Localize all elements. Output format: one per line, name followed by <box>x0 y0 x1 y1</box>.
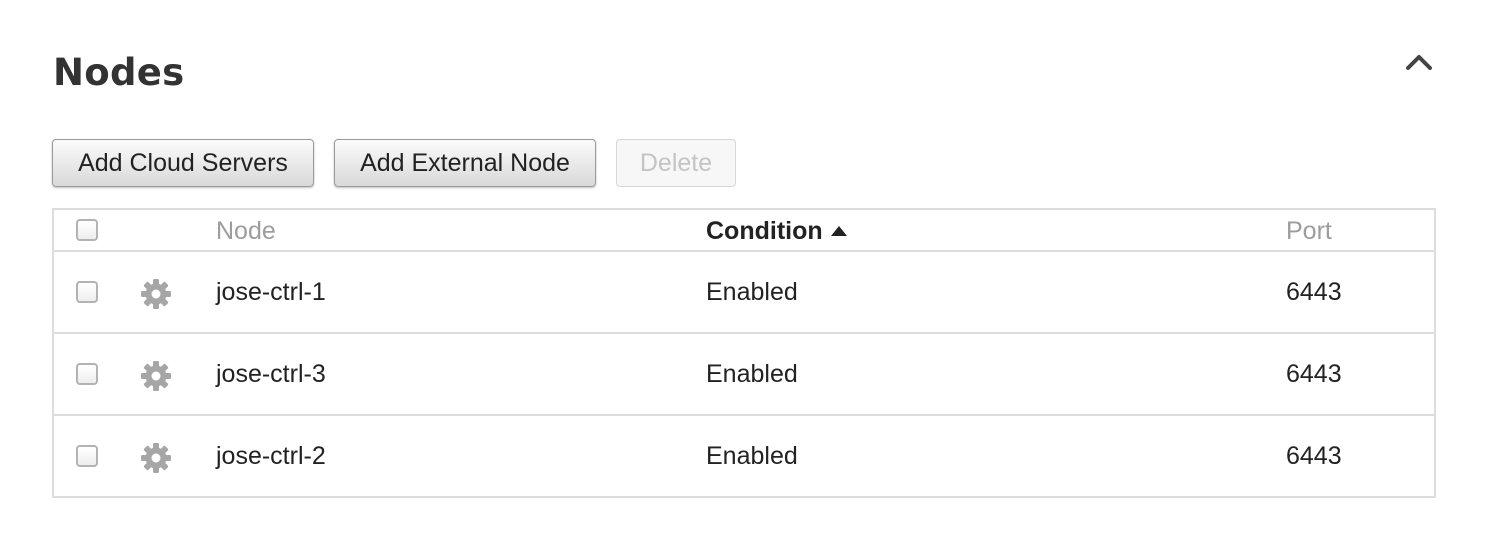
node-port: 6443 <box>1286 278 1342 306</box>
collapse-toggle[interactable] <box>1400 44 1438 78</box>
column-header-node[interactable]: Node <box>216 216 276 246</box>
gear-icon[interactable] <box>138 440 174 476</box>
table-header-row: Node Condition Port <box>54 210 1434 252</box>
table-row: jose-ctrl-3 Enabled 6443 <box>54 334 1434 416</box>
row-checkbox[interactable] <box>76 363 98 385</box>
node-condition: Enabled <box>706 278 798 306</box>
delete-button[interactable]: Delete <box>616 139 736 187</box>
column-header-port[interactable]: Port <box>1286 216 1332 246</box>
column-header-condition[interactable]: Condition <box>706 216 847 246</box>
select-all-checkbox[interactable] <box>76 219 98 241</box>
node-condition: Enabled <box>706 360 798 388</box>
chevron-up-icon <box>1400 44 1438 78</box>
column-header-condition-label: Condition <box>706 217 823 245</box>
nodes-table: Node Condition Port jose-ctrl-1 Enabled … <box>52 208 1436 498</box>
gear-icon[interactable] <box>138 276 174 312</box>
row-checkbox[interactable] <box>76 281 98 303</box>
row-checkbox[interactable] <box>76 445 98 467</box>
add-external-node-button[interactable]: Add External Node <box>334 139 596 187</box>
add-cloud-servers-button[interactable]: Add Cloud Servers <box>52 139 314 187</box>
node-port: 6443 <box>1286 360 1342 388</box>
node-name: jose-ctrl-3 <box>216 360 326 388</box>
table-row: jose-ctrl-2 Enabled 6443 <box>54 416 1434 498</box>
table-row: jose-ctrl-1 Enabled 6443 <box>54 252 1434 334</box>
section-title: Nodes <box>53 51 185 94</box>
node-condition: Enabled <box>706 442 798 470</box>
node-name: jose-ctrl-2 <box>216 442 326 470</box>
node-name: jose-ctrl-1 <box>216 278 326 306</box>
node-port: 6443 <box>1286 442 1342 470</box>
sort-ascending-icon <box>830 226 847 236</box>
gear-icon[interactable] <box>138 358 174 394</box>
